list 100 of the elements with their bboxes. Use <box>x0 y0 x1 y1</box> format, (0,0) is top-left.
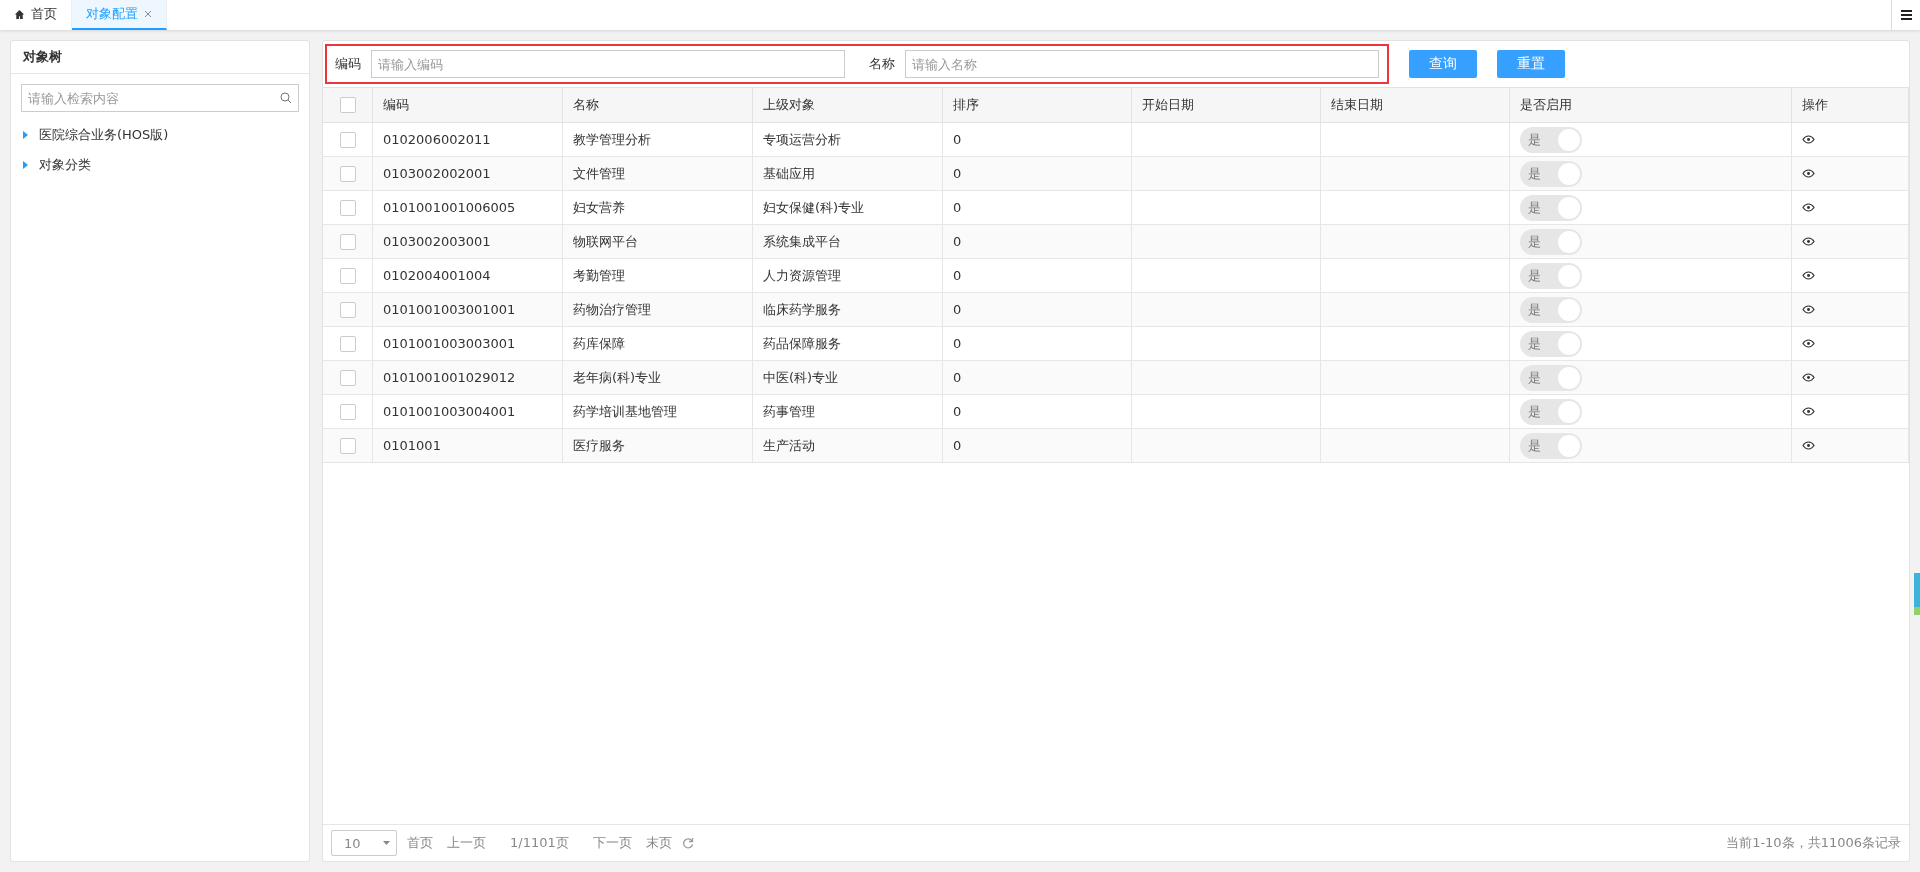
checkbox[interactable] <box>339 437 356 454</box>
table-cell: 临床药学服务 <box>763 300 841 319</box>
table-cell: 药物治疗管理 <box>573 300 651 319</box>
checkbox[interactable] <box>339 301 356 318</box>
table-cell: 药事管理 <box>763 402 815 421</box>
toggle-switch[interactable]: 是 <box>1520 262 1582 289</box>
table-cell: 考勤管理 <box>573 266 625 285</box>
eye-icon[interactable] <box>1802 407 1815 416</box>
toggle-switch[interactable]: 是 <box>1520 330 1582 357</box>
column-header: 排序 <box>953 96 979 114</box>
eye-icon[interactable] <box>1802 135 1815 144</box>
eye-icon[interactable] <box>1802 169 1815 178</box>
action-button[interactable]: 查询 <box>1409 50 1477 78</box>
column-header: 名称 <box>573 96 599 114</box>
table-cell: 0101001001006005 <box>383 200 516 215</box>
table-cell: 0 <box>953 438 962 453</box>
eye-icon[interactable] <box>1802 339 1815 348</box>
refresh-icon[interactable] <box>681 837 694 849</box>
home-icon <box>14 8 25 20</box>
column-header: 编码 <box>383 96 409 114</box>
toggle-switch[interactable]: 是 <box>1520 194 1582 221</box>
table-cell: 0101001 <box>383 438 441 453</box>
table-cell: 医疗服务 <box>573 436 625 455</box>
toggle-switch[interactable]: 是 <box>1520 364 1582 391</box>
table-cell: 教学管理分析 <box>573 130 651 149</box>
checkbox[interactable] <box>339 165 356 182</box>
pager-link[interactable]: 末页 <box>645 834 672 852</box>
table-cell: 中医(科)专业 <box>763 368 839 387</box>
caret-icon[interactable] <box>23 131 29 139</box>
toggle-switch[interactable]: 是 <box>1520 160 1582 187</box>
table-cell: 妇女保健(科)专业 <box>763 198 865 217</box>
table-cell: 文件管理 <box>573 164 625 183</box>
pager-link[interactable]: 下一页 <box>592 834 632 852</box>
table-cell: 0103002003001 <box>383 234 491 249</box>
input-field[interactable]: 请输入编码 <box>371 50 845 78</box>
checkbox[interactable] <box>339 131 356 148</box>
field-label: 名称 <box>869 55 895 73</box>
tree-item[interactable]: 对象分类 <box>39 156 91 174</box>
close-icon[interactable] <box>144 10 152 18</box>
menu-icon[interactable] <box>1900 10 1912 20</box>
table-cell: 药学培训基地管理 <box>573 402 677 421</box>
table-cell: 0 <box>953 404 962 419</box>
table-cell: 0 <box>953 166 962 181</box>
page-indicator: 1/1101页 <box>510 834 569 852</box>
table-cell: 0102006002011 <box>383 132 491 147</box>
eye-icon[interactable] <box>1802 305 1815 314</box>
table-cell: 药品保障服务 <box>763 334 841 353</box>
toggle-switch[interactable]: 是 <box>1520 296 1582 323</box>
page-size-select[interactable]: 10 <box>331 830 397 856</box>
table-cell: 0102004001004 <box>383 268 491 283</box>
pager-link[interactable]: 首页 <box>407 834 433 852</box>
table-cell: 0 <box>953 370 962 385</box>
checkbox[interactable] <box>339 267 356 284</box>
eye-icon[interactable] <box>1802 441 1815 450</box>
toggle-switch[interactable]: 是 <box>1520 398 1582 425</box>
table-cell: 老年病(科)专业 <box>573 368 662 387</box>
side-handle[interactable] <box>1914 573 1920 615</box>
pager-link[interactable]: 上一页 <box>447 834 486 852</box>
sidebar-title: 对象树 <box>11 41 309 74</box>
checkbox[interactable] <box>339 233 356 250</box>
toggle-switch[interactable]: 是 <box>1520 126 1582 153</box>
table-cell: 基础应用 <box>763 164 815 183</box>
record-summary: 当前1-10条，共11006条记录 <box>1726 834 1901 852</box>
table-cell: 0101001003001001 <box>383 302 516 317</box>
tab[interactable]: 首页 <box>0 0 72 30</box>
checkbox[interactable] <box>339 369 356 386</box>
checkbox[interactable] <box>339 199 356 216</box>
table-cell: 药库保障 <box>573 334 625 353</box>
table-cell: 0 <box>953 302 962 317</box>
action-button[interactable]: 重置 <box>1497 50 1565 78</box>
column-header: 操作 <box>1802 96 1828 114</box>
tree-item[interactable]: 医院综合业务(HOS版) <box>39 126 169 144</box>
search-icon[interactable] <box>280 92 292 104</box>
table-cell: 0 <box>953 268 962 283</box>
table-cell: 专项运营分析 <box>763 130 841 149</box>
table-cell: 0 <box>953 132 962 147</box>
table-cell: 物联网平台 <box>573 232 638 251</box>
eye-icon[interactable] <box>1802 203 1815 212</box>
toggle-switch[interactable]: 是 <box>1520 432 1582 459</box>
table-cell: 0101001003003001 <box>383 336 516 351</box>
eye-icon[interactable] <box>1802 373 1815 382</box>
tab[interactable]: 对象配置 <box>72 0 167 30</box>
checkbox[interactable] <box>339 403 356 420</box>
checkbox[interactable] <box>339 335 356 352</box>
table-cell: 0 <box>953 234 962 249</box>
table-cell: 妇女营养 <box>573 198 625 217</box>
input-field[interactable]: 请输入名称 <box>905 50 1379 78</box>
column-header: 结束日期 <box>1331 96 1383 114</box>
column-header: 上级对象 <box>763 96 815 114</box>
eye-icon[interactable] <box>1802 271 1815 280</box>
caret-icon <box>383 841 390 845</box>
eye-icon[interactable] <box>1802 237 1815 246</box>
table-cell: 0 <box>953 336 962 351</box>
toggle-switch[interactable]: 是 <box>1520 228 1582 255</box>
table-cell: 0103002002001 <box>383 166 491 181</box>
search-field[interactable]: 请输入检索内容 <box>21 84 299 112</box>
field-label: 编码 <box>335 55 361 73</box>
caret-icon[interactable] <box>23 161 29 169</box>
column-header: 是否启用 <box>1520 96 1572 114</box>
checkbox[interactable] <box>339 97 356 113</box>
